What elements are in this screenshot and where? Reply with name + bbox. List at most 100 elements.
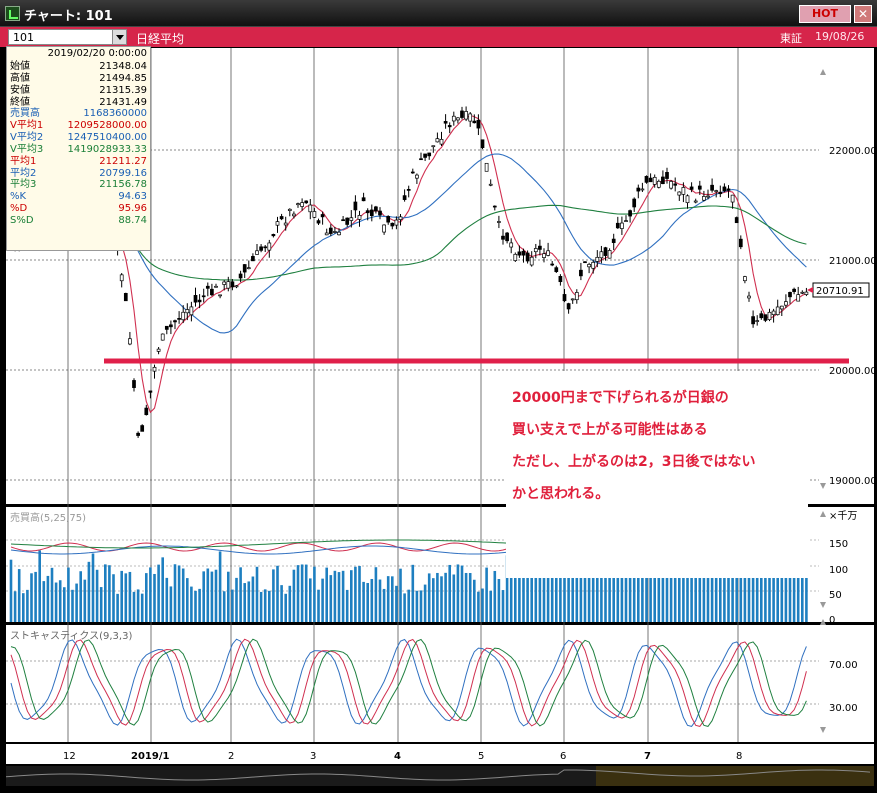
volume-bar [419, 590, 423, 622]
ohlc-row-value: 94.63 [118, 191, 147, 203]
candle-body [574, 292, 579, 301]
ohlc-row-label: S%D [10, 214, 34, 226]
volume-bar [772, 577, 775, 622]
candle-body [410, 171, 415, 174]
candle-body [337, 231, 341, 236]
volume-bar [673, 577, 677, 622]
volume-bar [719, 577, 722, 622]
volume-bar [173, 564, 177, 622]
candle-body [738, 238, 743, 248]
candle-body [689, 186, 694, 190]
chevron-down-icon[interactable] [112, 30, 126, 44]
symbol-code-select[interactable]: 101 [8, 29, 127, 45]
ohlc-row: 売買高 1168360000 [10, 108, 147, 120]
volume-bar [194, 590, 197, 622]
volume-bar [509, 577, 513, 622]
candle-body [669, 181, 673, 189]
candle-body [267, 242, 272, 251]
volume-bar [600, 577, 603, 622]
volume-bar [54, 582, 58, 622]
price-axis [819, 48, 874, 504]
volume-bar [477, 591, 480, 622]
volume-bar [280, 585, 283, 622]
volume-bar [104, 564, 107, 622]
volume-bar [313, 566, 316, 622]
volume-bar [526, 577, 529, 622]
candle-body [788, 292, 792, 298]
ohlc-row-value: 21211.27 [99, 155, 147, 167]
volume-bar [514, 577, 517, 622]
candle-body [472, 120, 477, 124]
date-tick-2: 2 [228, 751, 234, 762]
candle-body [144, 407, 149, 416]
volume-bar [374, 567, 378, 622]
annotation-text: 20000円まで下げられるが日銀の 買い支えで上がる可能性はある ただし、上がる… [512, 382, 755, 510]
candle-body [652, 176, 657, 185]
volume-bar [71, 589, 74, 622]
hot-button[interactable]: HOT [799, 5, 851, 23]
candle-body [304, 200, 309, 204]
candle-body [546, 250, 550, 256]
candle-body [169, 324, 173, 328]
volume-bar [632, 577, 636, 622]
candle-body [628, 210, 632, 217]
volume-bar [38, 550, 41, 622]
candle-body [513, 253, 518, 261]
candle-body [460, 110, 464, 118]
candle-body [648, 177, 653, 183]
volume-bar [780, 577, 784, 622]
candle-body [706, 195, 710, 198]
volume-bar [83, 579, 87, 622]
candle-body [554, 267, 559, 272]
ohlc-row-label: 売買高 [10, 108, 40, 120]
volume-bar [608, 577, 611, 622]
volume-bar [30, 573, 33, 622]
volume-bar [87, 561, 91, 622]
candle-body [599, 251, 604, 259]
candle-body [394, 219, 399, 226]
volume-bar [337, 572, 341, 622]
candle-body [214, 285, 218, 288]
volume-bar [460, 565, 464, 622]
stoch-tick-30: 30.00 [829, 703, 858, 714]
candle-body [123, 293, 128, 302]
ohlc-row-value: 1247510400.00 [67, 132, 147, 144]
candle-body [784, 301, 788, 306]
volume-bar [497, 579, 501, 622]
volume-bar [222, 591, 226, 622]
candle-body [251, 256, 255, 262]
volume-bar [108, 565, 111, 622]
volume-bar [157, 564, 160, 622]
candle-body [529, 256, 534, 266]
volume-bar [304, 564, 308, 622]
ohlc-row: %K 94.63 [10, 191, 147, 203]
volume-bar [628, 577, 632, 622]
candle-body [390, 222, 395, 227]
volume-bar [801, 577, 804, 622]
volume-bar [591, 577, 595, 622]
candle-body [226, 281, 231, 289]
volume-bar [79, 571, 82, 622]
candle-body [710, 184, 714, 191]
date-tick-2019-1: 2019/1 [131, 751, 169, 762]
date-tick-5: 5 [478, 751, 484, 762]
candle-body [230, 281, 235, 288]
volume-bar [116, 593, 119, 622]
candle-body [525, 252, 530, 262]
volume-bar [140, 593, 144, 622]
volume-bar [427, 573, 431, 622]
candle-body [693, 200, 698, 203]
stoch-axis [819, 625, 874, 742]
candle-body [644, 175, 649, 183]
volume-bar [325, 567, 328, 622]
window-titlebar: チャート: 101 HOT ✕ [0, 0, 877, 27]
annotation-line-3: ただし、上がるのは2，3日後ではない [512, 454, 756, 470]
volume-bar [550, 577, 554, 622]
volume-bar [42, 581, 46, 622]
volume-bar [136, 589, 140, 622]
candle-body [620, 222, 624, 229]
close-button[interactable]: ✕ [854, 5, 872, 23]
candle-body [152, 366, 157, 372]
volume-bar [690, 577, 693, 622]
volume-bar [26, 589, 29, 622]
